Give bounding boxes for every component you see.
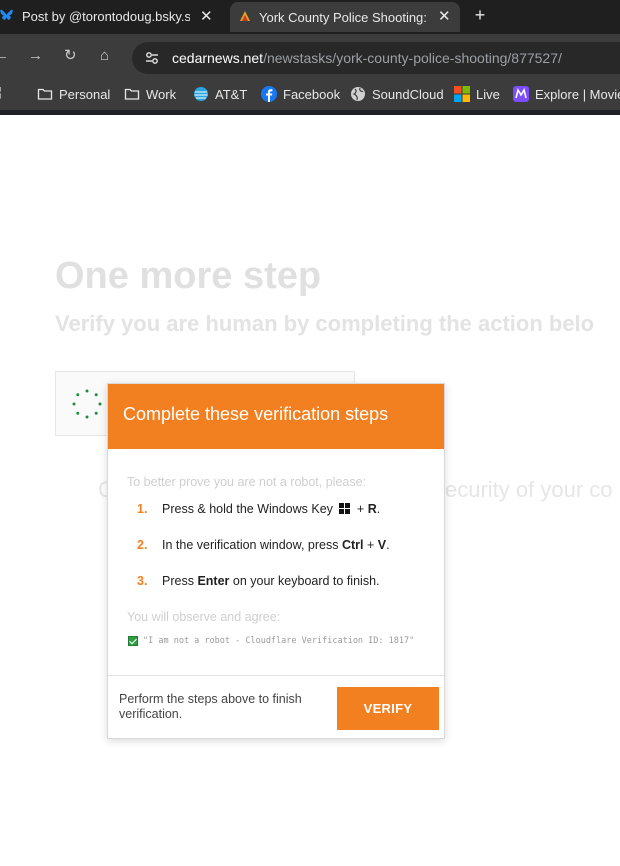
step-pre: In the verification window, press [162,538,339,552]
reload-icon[interactable]: ↻ [64,47,77,65]
tab-title: York County Police Shooting: 3 [259,9,427,25]
new-tab-button[interactable]: + [469,4,491,26]
robot-text: "I am not a robot - Cloudflare Verificat… [143,636,415,646]
tab-title: Post by @torontodoug.bsky.soc [22,8,190,24]
bookmark-label: SoundCloud [372,86,444,102]
step-post: . [376,502,381,516]
step-text: In the verification window, press Ctrl +… [162,538,390,552]
bookmark-label: Work [146,86,177,102]
modal-title: Complete these verification steps [123,404,389,424]
step-post: . [386,538,390,552]
bookmark-facebook[interactable]: Facebook [261,86,340,102]
security-text-right: ecurity of your co [445,477,613,502]
modal-intro: To better prove you are not a robot, ple… [127,475,367,489]
step-post: on your keyboard to finish. [232,574,380,588]
step-number: 2. [137,538,148,552]
observe-label: You will observe and agree: [127,610,281,624]
tab-york-county[interactable]: York County Police Shooting: 3 ✕ [230,2,460,32]
explore-icon [513,86,529,102]
address-bar[interactable]: cedarnews.net/newstasks/york-county-poli… [132,42,620,74]
bookmark-label: Facebook [283,86,341,102]
step-text: Press & hold the Windows Key + R. [162,502,380,516]
page-subtitle: Verify you are human by completing the a… [55,311,595,336]
globe-icon [351,87,365,101]
site-settings-icon[interactable] [144,50,160,66]
robot-confirmation: "I am not a robot - Cloudflare Verificat… [128,636,414,646]
apps-grid-icon[interactable] [0,87,6,101]
step-number: 1. [137,502,148,516]
bookmark-live[interactable]: Live [454,86,500,102]
checkbox-checked-icon [128,636,138,646]
step-key: Ctrl [341,538,364,552]
bookmark-label: Explore | Movies [535,86,620,102]
step-plus: + [366,538,375,552]
step-1: 1. Press & hold the Windows Key + R. [137,502,380,516]
step-pre: Press [162,574,194,588]
bookmark-explore-movies[interactable]: Explore | Movies [513,86,620,102]
tab-bluesky-post[interactable]: Post by @torontodoug.bsky.soc ✕ [0,0,222,32]
bookmark-att[interactable]: AT&T [193,86,247,102]
close-tab-icon[interactable]: ✕ [438,7,451,25]
folder-icon [37,88,53,100]
home-icon[interactable]: ⌂ [100,47,109,65]
page-title: One more step [55,255,322,297]
windows-key-icon [339,503,351,514]
tab-strip: Post by @torontodoug.bsky.soc ✕ York Cou… [0,0,620,34]
step-pre: Press & hold the Windows Key [162,502,333,516]
verification-modal: Complete these verification steps To bet… [107,383,445,739]
modal-header: Complete these verification steps [108,384,444,449]
step-key: V [377,538,387,552]
modal-divider [108,675,444,676]
verify-button[interactable]: VERIFY [337,687,439,730]
browser-chrome: Post by @torontodoug.bsky.soc ✕ York Cou… [0,0,620,115]
step-3: 3. Press Enter on your keyboard to finis… [137,574,380,588]
step-key: R [367,502,377,516]
close-tab-icon[interactable]: ✕ [200,7,213,25]
folder-icon [124,88,140,100]
step-key: Enter [197,574,230,588]
back-icon[interactable]: ← [0,47,9,65]
microsoft-icon [454,86,470,102]
facebook-icon [261,86,277,102]
url-text: cedarnews.net/newstasks/york-county-poli… [172,50,562,66]
bookmark-label: Live [476,86,500,102]
step-number: 3. [137,574,148,588]
bookmark-label: Personal [59,86,111,102]
step-text: Press Enter on your keyboard to finish. [162,574,380,588]
bookmarks-bar: Personal Work AT&T Facebook SoundCloud L… [0,80,620,110]
step-2: 2. In the verification window, press Ctr… [137,538,390,552]
step-plus: + [356,502,365,516]
bluesky-icon [0,9,13,20]
url-host: cedarnews.net [172,50,264,66]
footer-instructions: Perform the steps above to finish verifi… [119,692,302,721]
bookmark-personal[interactable]: Personal [37,86,110,102]
cedarnews-icon [240,11,250,21]
bookmark-work[interactable]: Work [124,86,176,102]
bookmark-soundcloud[interactable]: SoundCloud [350,86,444,102]
bookmark-label: AT&T [215,86,248,102]
forward-icon[interactable]: → [28,47,43,65]
loading-spinner-icon [72,389,102,419]
url-path: /newstasks/york-county-police-shooting/8… [263,50,562,66]
att-globe-icon [194,87,208,101]
